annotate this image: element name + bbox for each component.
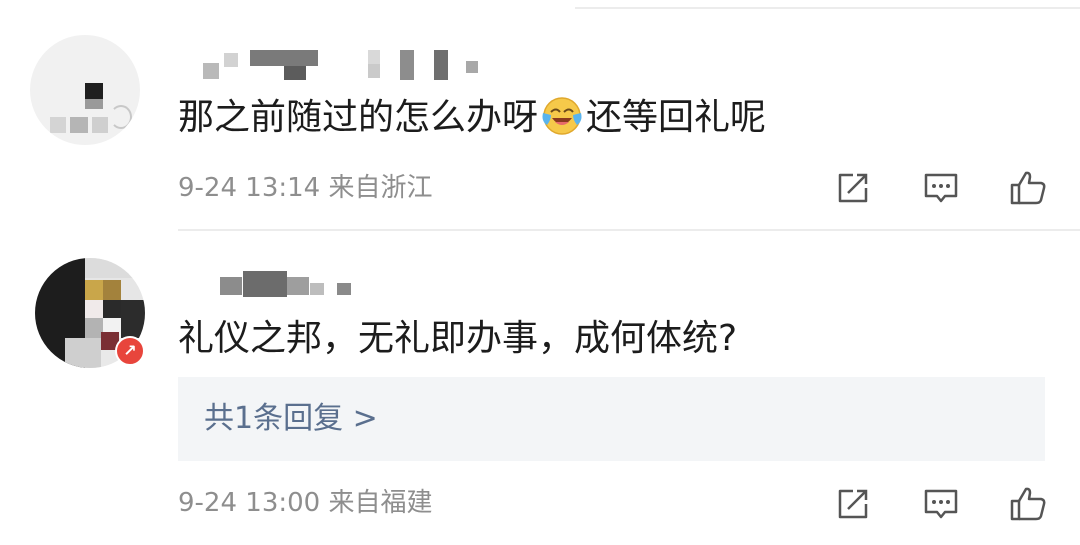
verified-badge: ↗ xyxy=(115,336,145,366)
comment-time: 13:14 xyxy=(245,173,321,203)
comment-text-part: 那之前随过的怎么办呀 xyxy=(178,97,539,138)
like-icon[interactable] xyxy=(1008,484,1048,524)
comment-time: 13:00 xyxy=(245,488,321,518)
comment-location: 来自福建 xyxy=(328,488,433,518)
comment-list: 那之前随过的怎么办呀 还等回礼呢 9-24 13:14 来自浙江 ↗ 礼仪之邦，… xyxy=(0,0,1080,545)
reply-summary-link[interactable]: 共1条回复 > xyxy=(204,401,378,437)
comment-date: 9-24 xyxy=(178,173,238,203)
comment-text: 那之前随过的怎么办呀 还等回礼呢 xyxy=(178,93,766,140)
comment-icon[interactable] xyxy=(921,484,961,524)
comment-date: 9-24 xyxy=(178,488,238,518)
comment-meta: 9-24 13:00 来自福建 xyxy=(178,487,433,519)
divider xyxy=(575,7,1080,9)
divider xyxy=(178,229,1080,231)
username-blurred[interactable] xyxy=(215,265,365,300)
share-icon[interactable] xyxy=(833,168,873,208)
share-icon[interactable] xyxy=(833,484,873,524)
username-blurred[interactable] xyxy=(198,45,498,85)
comment-meta: 9-24 13:14 来自浙江 xyxy=(178,172,433,204)
comment-actions xyxy=(833,484,1048,524)
avatar[interactable] xyxy=(30,35,140,145)
laughing-crying-emoji-icon xyxy=(542,97,582,135)
comment-actions xyxy=(833,168,1048,208)
comment-text-part: 还等回礼呢 xyxy=(586,97,767,138)
comment-location: 来自浙江 xyxy=(328,173,433,203)
comment-text: 礼仪之邦，无礼即办事，成何体统? xyxy=(178,318,738,359)
reply-summary[interactable]: 共1条回复 > xyxy=(178,377,1045,461)
comment-icon[interactable] xyxy=(921,168,961,208)
like-icon[interactable] xyxy=(1008,168,1048,208)
